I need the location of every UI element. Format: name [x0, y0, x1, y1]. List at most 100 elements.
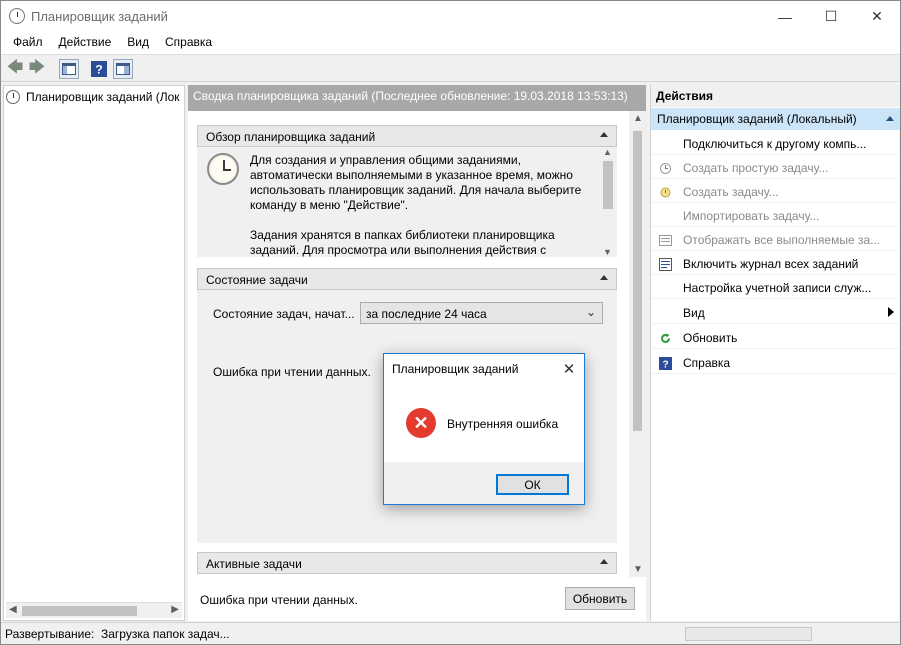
help-icon: ?	[91, 61, 107, 77]
back-button[interactable]: 🡄	[5, 59, 25, 79]
list-icon	[659, 234, 672, 247]
overview-paragraph-1: Для создания и управления общими задания…	[250, 153, 582, 212]
action-show-running-tasks[interactable]: Отображать все выполняемые за...	[651, 229, 900, 251]
active-tasks-section-header[interactable]: Активные задачи	[197, 552, 617, 574]
summary-vertical-scrollbar[interactable]: ▲ ▼	[629, 111, 646, 577]
active-tasks-section-title: Активные задачи	[206, 557, 302, 571]
error-dialog: Планировщик заданий ✕ ✕ Внутренняя ошибк…	[383, 353, 585, 505]
menu-view[interactable]: Вид	[119, 32, 157, 54]
collapse-icon[interactable]	[600, 275, 608, 280]
action-refresh[interactable]: Обновить	[651, 327, 900, 349]
scroll-up-icon[interactable]: ▲	[633, 113, 643, 124]
action-help[interactable]: ? Справка	[651, 352, 900, 374]
title-bar: Планировщик заданий — ☐ ✕	[1, 1, 900, 32]
console-tree: Планировщик заданий (Лок ◀ ▶	[3, 85, 185, 621]
maximize-button[interactable]: ☐	[808, 1, 854, 32]
status-text: Развертывание: Загрузка папок задач...	[5, 627, 230, 641]
task-status-error: Ошибка при чтении данных.	[213, 365, 371, 379]
dialog-title: Планировщик заданий	[392, 362, 519, 376]
collapse-icon[interactable]	[600, 559, 608, 564]
overview-scrollbar[interactable]: ▲ ▼	[602, 147, 614, 257]
collapse-icon[interactable]	[886, 116, 894, 121]
task-status-section-title: Состояние задачи	[206, 273, 308, 287]
window-title: Планировщик заданий	[31, 9, 168, 24]
collapse-icon[interactable]	[600, 132, 608, 137]
action-label: Вид	[683, 306, 705, 320]
menu-help[interactable]: Справка	[157, 32, 220, 54]
action-label: Подключиться к другому компь...	[683, 137, 867, 151]
menu-bar: Файл Действие Вид Справка	[1, 32, 900, 54]
console-tree-icon	[62, 63, 76, 75]
toolbar: 🡄 🡆 ?	[1, 54, 900, 82]
menu-action[interactable]: Действие	[51, 32, 120, 54]
action-label: Отображать все выполняемые за...	[683, 233, 881, 247]
horizontal-scrollbar[interactable]: ◀ ▶	[6, 602, 182, 618]
action-service-account[interactable]: Настройка учетной записи служ...	[651, 277, 900, 299]
help-button[interactable]: ?	[89, 59, 109, 79]
forward-button[interactable]: 🡆	[27, 59, 47, 79]
tree-item-label: Планировщик заданий (Лок	[26, 90, 180, 104]
submenu-arrow-icon	[888, 307, 894, 317]
dialog-footer: ОК	[384, 462, 584, 504]
scrollbar-thumb[interactable]	[633, 131, 642, 431]
dialog-message: Внутренняя ошибка	[447, 417, 559, 431]
show-hide-action-pane-button[interactable]	[113, 59, 133, 79]
ok-button[interactable]: ОК	[496, 474, 569, 495]
summary-header: Сводка планировщика заданий (Последнее о…	[188, 85, 646, 111]
clock-icon	[9, 8, 25, 24]
scroll-down-icon[interactable]: ▼	[633, 564, 643, 575]
help-icon: ?	[659, 357, 672, 371]
action-import-task[interactable]: Импортировать задачу...	[651, 205, 900, 227]
scrollbar-thumb[interactable]	[22, 606, 137, 616]
close-button[interactable]: ✕	[854, 1, 900, 32]
scroll-up-icon[interactable]: ▲	[603, 147, 612, 157]
show-hide-console-tree-button[interactable]	[59, 59, 79, 79]
overview-section-header[interactable]: Обзор планировщика заданий	[197, 125, 617, 147]
dialog-body: ✕ Внутренняя ошибка	[384, 384, 584, 462]
active-tasks-error: Ошибка при чтении данных.	[200, 593, 358, 607]
svg-text:?: ?	[662, 360, 668, 371]
svg-text:?: ?	[95, 63, 102, 77]
refresh-button[interactable]: Обновить	[565, 587, 635, 610]
status-bar: Развертывание: Загрузка папок задач...	[1, 622, 900, 644]
error-icon: ✕	[406, 408, 436, 438]
scroll-left-icon[interactable]: ◀	[9, 604, 17, 615]
action-label: Настройка учетной записи служ...	[683, 281, 872, 295]
scheduler-clock-icon	[207, 153, 239, 185]
tree-item-task-scheduler[interactable]: Планировщик заданий (Лок	[6, 88, 182, 106]
action-enable-history[interactable]: Включить журнал всех заданий	[651, 253, 900, 275]
overview-text: Для создания и управления общими задания…	[250, 153, 585, 257]
scroll-right-icon[interactable]: ▶	[171, 604, 179, 615]
action-label: Создать простую задачу...	[683, 161, 829, 175]
main-window: Планировщик заданий — ☐ ✕ Файл Действие …	[0, 0, 901, 645]
action-connect-computer[interactable]: Подключиться к другому компь...	[651, 133, 900, 155]
actions-pane: Действия Планировщик заданий (Локальный)…	[650, 85, 900, 621]
forward-arrow-icon: 🡆	[28, 58, 46, 76]
task-icon	[659, 186, 672, 199]
task-status-section-header[interactable]: Состояние задачи	[197, 268, 617, 290]
action-create-task[interactable]: Создать задачу...	[651, 181, 900, 203]
action-create-basic-task[interactable]: Создать простую задачу...	[651, 157, 900, 179]
minimize-button[interactable]: —	[762, 1, 808, 32]
clock-icon	[6, 90, 20, 104]
action-view[interactable]: Вид	[651, 302, 900, 324]
overview-paragraph-2: Задания хранятся в папках библиотеки пла…	[250, 228, 555, 257]
menu-file[interactable]: Файл	[5, 32, 51, 54]
overview-section-body: Для создания и управления общими задания…	[197, 147, 617, 257]
back-arrow-icon: 🡄	[6, 58, 24, 76]
actions-header: Действия	[651, 85, 900, 107]
period-select[interactable]: за последние 24 часа ⌄	[360, 302, 603, 324]
chevron-down-icon: ⌄	[585, 305, 596, 319]
action-pane-icon	[116, 63, 130, 75]
action-label: Справка	[683, 356, 731, 370]
action-label: Включить журнал всех заданий	[683, 257, 859, 271]
refresh-icon	[659, 332, 672, 345]
actions-group-header[interactable]: Планировщик заданий (Локальный)	[651, 108, 900, 130]
dialog-close-button[interactable]: ✕	[558, 358, 580, 380]
action-label: Импортировать задачу...	[683, 209, 820, 223]
actions-group-title: Планировщик заданий (Локальный)	[657, 112, 857, 126]
action-label: Обновить	[683, 331, 738, 345]
scrollbar-thumb[interactable]	[603, 161, 613, 209]
scroll-down-icon[interactable]: ▼	[603, 247, 612, 257]
period-select-value: за последние 24 часа	[366, 307, 487, 321]
